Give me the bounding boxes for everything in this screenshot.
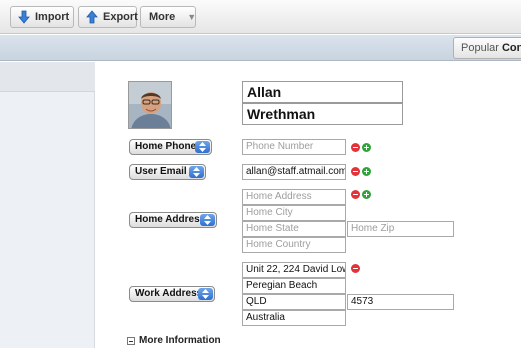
chevron-down-icon: ▼	[187, 12, 197, 22]
remove-phone-icon[interactable]	[351, 143, 360, 152]
work-address-type-label: Work Address	[135, 288, 203, 299]
sub-toolbar: Popular Cont	[0, 35, 521, 61]
popular-bold: Cont	[501, 42, 521, 54]
add-phone-icon[interactable]	[362, 143, 371, 152]
home-zip-input[interactable]: Home Zip	[347, 221, 454, 237]
email-input[interactable]: allan@staff.atmail.com	[242, 164, 346, 180]
work-zip-input[interactable]: 4573	[347, 294, 454, 310]
last-name-field[interactable]: Wrethman	[242, 103, 403, 125]
sidebar-selected-row[interactable]	[0, 62, 95, 92]
more-information-label: More Information	[139, 335, 221, 346]
phone-type-label: Home Phone	[135, 141, 197, 152]
contacts-sidebar	[0, 62, 95, 348]
import-label: Import	[35, 11, 70, 23]
add-home-address-icon[interactable]	[362, 190, 371, 199]
import-button[interactable]: Import	[10, 6, 74, 28]
email-type-label: User Email 1	[135, 166, 196, 177]
select-arrows-icon	[198, 288, 213, 300]
select-arrows-icon	[189, 166, 204, 178]
phone-type-select[interactable]: Home Phone	[129, 139, 212, 155]
remove-work-address-icon[interactable]	[351, 264, 360, 273]
work-city-input[interactable]: Peregian Beach	[242, 278, 346, 294]
export-arrow-icon	[86, 10, 98, 24]
phone-number-input[interactable]: Phone Number	[242, 139, 346, 155]
first-name-field[interactable]: Allan	[242, 81, 403, 103]
popular-prefix: Popular	[461, 42, 502, 54]
work-country-input[interactable]: Australia	[242, 310, 346, 326]
popular-contacts-button[interactable]: Popular Cont	[453, 37, 521, 59]
toolbar: Import Export More ▼	[0, 0, 521, 34]
collapse-icon	[127, 336, 135, 345]
work-state-input[interactable]: QLD	[242, 294, 346, 310]
home-city-input[interactable]: Home City	[242, 205, 346, 221]
more-information-toggle[interactable]: More Information	[127, 335, 221, 346]
contact-photo[interactable]	[128, 81, 172, 129]
remove-email-icon[interactable]	[351, 167, 360, 176]
home-address-type-label: Home Address	[135, 214, 206, 225]
home-state-input[interactable]: Home State	[242, 221, 346, 237]
avatar	[129, 82, 171, 128]
export-label: Export	[103, 11, 138, 23]
email-type-select[interactable]: User Email 1	[129, 164, 206, 180]
work-street-input[interactable]: Unit 22, 224 David Low W	[242, 262, 346, 278]
remove-home-address-icon[interactable]	[351, 190, 360, 199]
home-address-input[interactable]: Home Address	[242, 189, 346, 205]
more-label: More	[149, 11, 176, 23]
add-email-icon[interactable]	[362, 167, 371, 176]
select-arrows-icon	[200, 214, 215, 226]
select-arrows-icon	[195, 141, 210, 153]
import-arrow-icon	[18, 10, 30, 24]
work-address-type-select[interactable]: Work Address	[129, 286, 215, 302]
home-country-input[interactable]: Home Country	[242, 237, 346, 253]
home-address-type-select[interactable]: Home Address	[129, 212, 217, 228]
more-dropdown-button[interactable]: More ▼	[140, 6, 196, 28]
export-button[interactable]: Export	[78, 6, 138, 28]
